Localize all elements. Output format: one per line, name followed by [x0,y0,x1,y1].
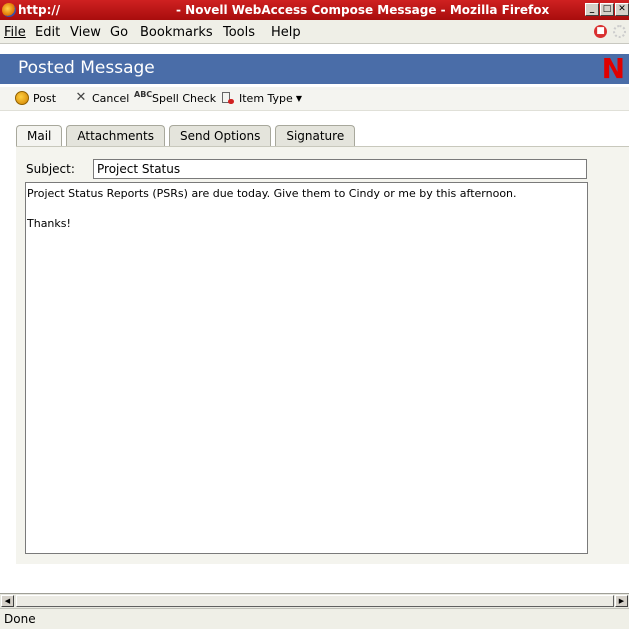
chevron-down-icon: ▼ [295,93,302,103]
menu-bookmarks[interactable]: Bookmarks [140,25,213,40]
tab-attachments[interactable]: Attachments [66,125,165,146]
post-icon [15,91,29,105]
stop-icon[interactable]: ■ [594,25,607,38]
menu-tools[interactable]: Tools [223,25,255,40]
compose-tabs: Mail Attachments Send Options Signature [16,125,356,147]
mail-panel: Subject: Project Status Project Status R… [16,146,629,564]
firefox-icon [2,3,16,17]
novell-logo: N [601,52,625,85]
throbber-icon [613,25,626,38]
subject-label: Subject: [26,162,75,176]
item-type-icon [221,91,235,105]
post-button[interactable]: Post [15,91,56,105]
minimize-button[interactable]: _ [585,3,599,16]
scroll-left-icon[interactable]: ◀ [1,595,14,607]
cancel-button[interactable]: ✕ Cancel [74,90,130,105]
compose-toolbar: Post ✕ Cancel ABC Spell Check Item Type … [0,87,629,111]
post-label: Post [33,91,57,105]
menubar: File Edit View Go Bookmarks Tools Help ■ [0,20,629,44]
cancel-label: Cancel [92,91,130,105]
message-body[interactable]: Project Status Reports (PSRs) are due to… [25,182,588,554]
horizontal-scrollbar[interactable]: ◀ ▶ [0,593,629,608]
window-url: http:// [18,3,61,17]
menu-help[interactable]: Help [271,25,301,40]
window-title: - Novell WebAccess Compose Message - Moz… [176,3,550,17]
spell-check-label: Spell Check [152,91,217,105]
cancel-icon: ✕ [75,90,87,105]
scroll-thumb[interactable] [16,595,614,607]
body-line: Thanks! [27,217,71,230]
menu-edit[interactable]: Edit [35,25,60,40]
tab-mail[interactable]: Mail [16,125,63,147]
menu-file[interactable]: File [4,25,26,40]
tab-send-options[interactable]: Send Options [168,125,272,146]
menu-go[interactable]: Go [110,25,128,40]
window-titlebar: http:// - Novell WebAccess Compose Messa… [0,0,629,20]
page-banner: Posted Message N [0,54,629,84]
item-type-label: Item Type [239,91,293,105]
status-bar: Done [0,608,629,629]
tab-signature[interactable]: Signature [275,125,356,146]
scroll-right-icon[interactable]: ▶ [615,595,628,607]
page-title: Posted Message [18,58,155,78]
maximize-button[interactable]: □ [600,3,614,16]
status-text: Done [4,612,36,626]
spell-check-button[interactable]: ABC Spell Check [134,91,216,105]
body-line: Project Status Reports (PSRs) are due to… [27,187,517,200]
subject-field[interactable]: Project Status [93,159,587,179]
close-button[interactable]: ✕ [615,3,629,16]
item-type-button[interactable]: Item Type ▼ [221,91,302,105]
window-controls: _ □ ✕ [585,3,629,16]
menu-view[interactable]: View [70,25,101,40]
spell-check-icon: ABC [134,90,153,99]
